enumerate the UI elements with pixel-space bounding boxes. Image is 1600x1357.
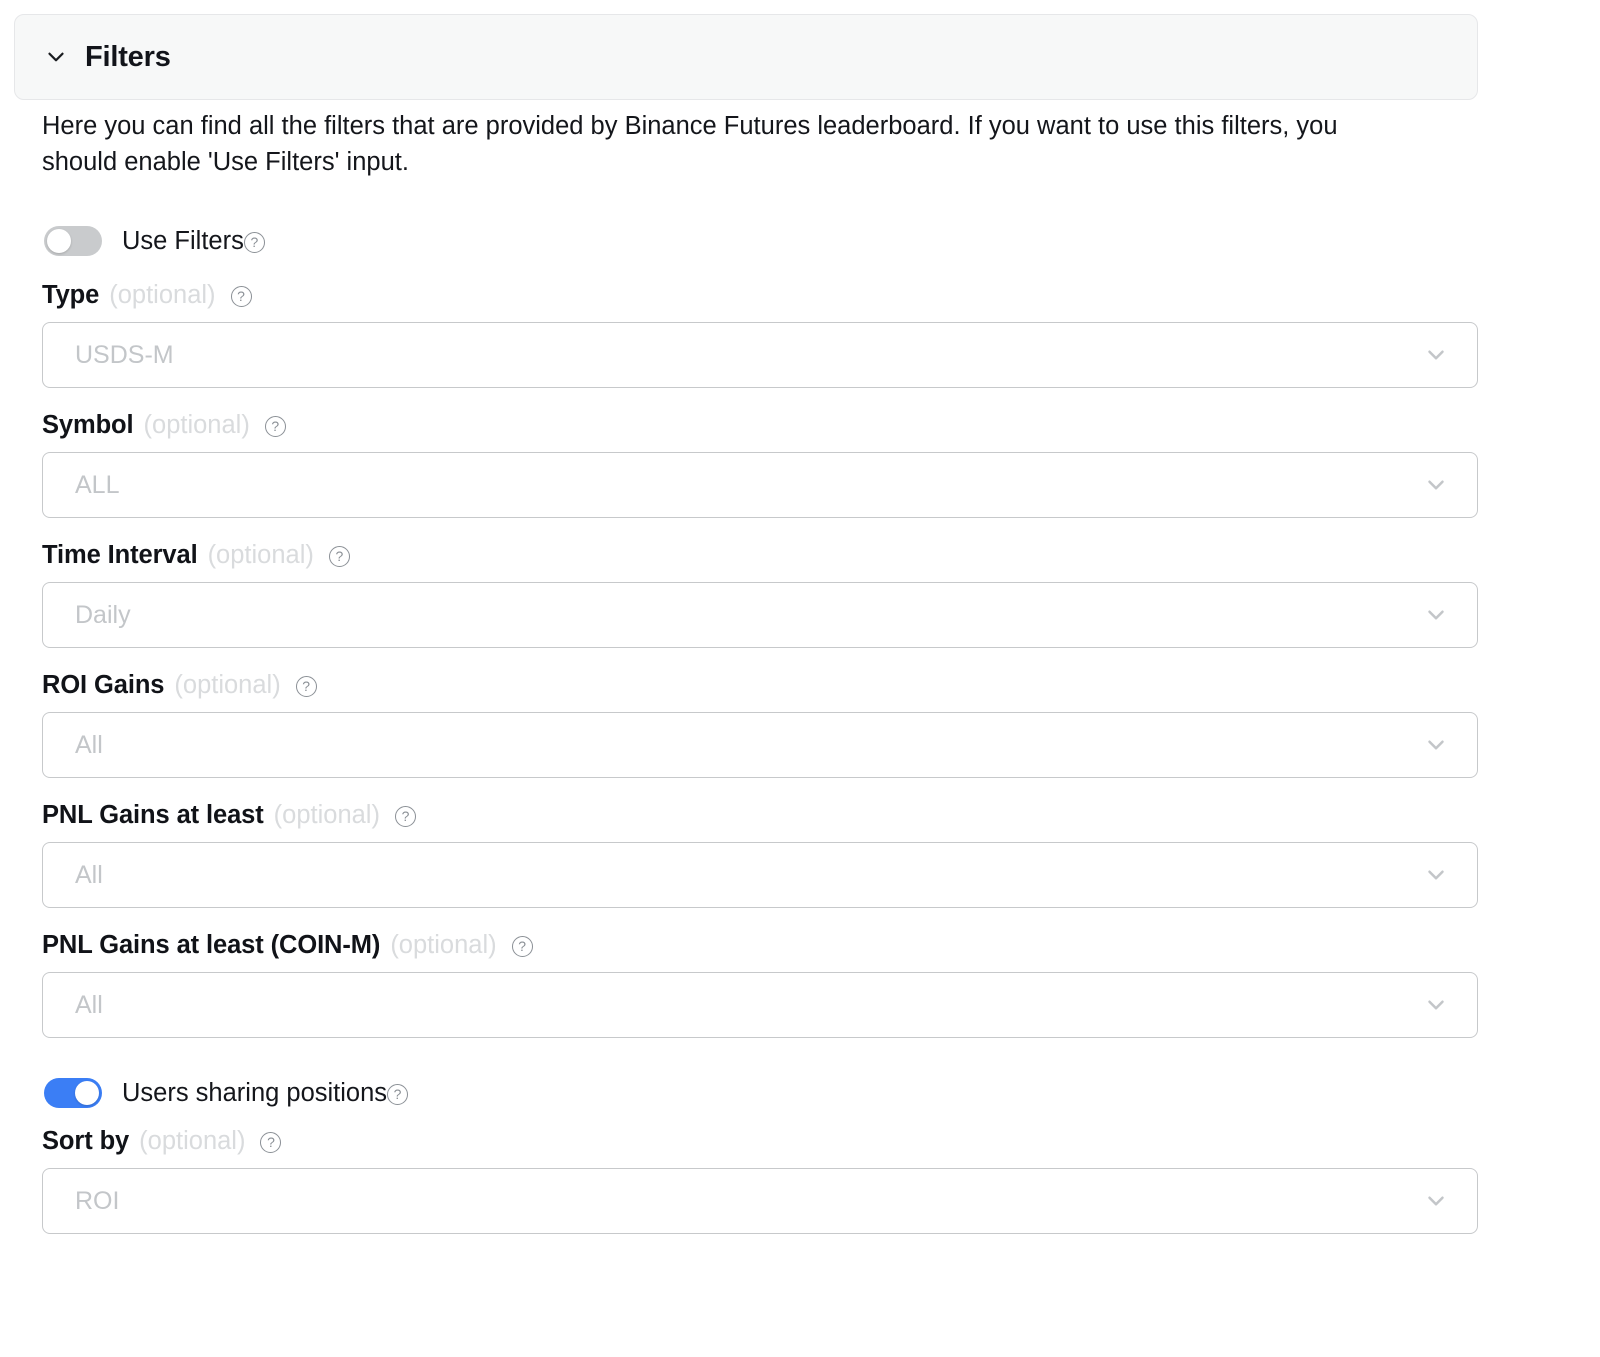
field-label-row: Sort by (optional) ? — [42, 1126, 1600, 1156]
field-label-symbol: Symbol — [42, 413, 134, 439]
filters-panel: Filters Here you can find all the filter… — [0, 0, 1600, 1357]
help-circle-icon[interactable]: ? — [395, 806, 416, 827]
users-sharing-positions-toggle[interactable] — [44, 1078, 102, 1108]
chevron-down-icon — [1423, 732, 1449, 758]
filters-section-header[interactable]: Filters — [14, 14, 1478, 100]
select-value-symbol: ALL — [75, 473, 119, 498]
optional-tag: (optional) — [208, 543, 314, 569]
field-label-roi-gains: ROI Gains — [42, 673, 164, 699]
optional-tag: (optional) — [139, 1129, 245, 1155]
select-pnl-gains-coinm[interactable]: All — [42, 972, 1478, 1038]
field-roi-gains: ROI Gains (optional) ? All — [0, 670, 1600, 778]
select-value-type: USDS-M — [75, 343, 174, 368]
select-type[interactable]: USDS-M — [42, 322, 1478, 388]
help-circle-icon[interactable]: ? — [512, 936, 533, 957]
chevron-down-icon[interactable] — [43, 44, 69, 70]
filters-body: Here you can find all the filters that a… — [0, 108, 1600, 1234]
toggle-knob — [47, 229, 71, 253]
help-circle-icon[interactable]: ? — [265, 416, 286, 437]
users-sharing-positions-label: Users sharing positions — [122, 1081, 387, 1107]
use-filters-toggle[interactable] — [44, 226, 102, 256]
field-time-interval: Time Interval (optional) ? Daily — [0, 540, 1600, 648]
field-label-row: ROI Gains (optional) ? — [42, 670, 1600, 700]
filters-description: Here you can find all the filters that a… — [42, 108, 1387, 180]
chevron-down-icon — [1423, 342, 1449, 368]
field-label-sort-by: Sort by — [42, 1129, 129, 1155]
field-label-row: PNL Gains at least (COIN-M) (optional) ? — [42, 930, 1600, 960]
help-circle-icon[interactable]: ? — [260, 1132, 281, 1153]
select-value-sort-by: ROI — [75, 1189, 119, 1214]
help-circle-icon[interactable]: ? — [231, 286, 252, 307]
optional-tag: (optional) — [274, 803, 380, 829]
select-time-interval[interactable]: Daily — [42, 582, 1478, 648]
help-circle-icon[interactable]: ? — [387, 1084, 408, 1105]
help-circle-icon[interactable]: ? — [329, 546, 350, 567]
use-filters-label: Use Filters — [122, 229, 244, 255]
field-label-type: Type — [42, 283, 99, 309]
optional-tag: (optional) — [144, 413, 250, 439]
field-symbol: Symbol (optional) ? ALL — [0, 410, 1600, 518]
select-symbol[interactable]: ALL — [42, 452, 1478, 518]
field-label-row: Time Interval (optional) ? — [42, 540, 1600, 570]
field-label-pnl-gains-coinm: PNL Gains at least (COIN-M) — [42, 933, 380, 959]
use-filters-row: Use Filters ? — [44, 224, 1600, 258]
field-type: Type (optional) ? USDS-M — [0, 280, 1600, 388]
select-value-pnl-gains-coinm: All — [75, 993, 103, 1018]
optional-tag: (optional) — [109, 283, 215, 309]
field-label-row: Symbol (optional) ? — [42, 410, 1600, 440]
select-value-pnl-gains: All — [75, 863, 103, 888]
select-roi-gains[interactable]: All — [42, 712, 1478, 778]
chevron-down-icon — [1423, 602, 1449, 628]
toggle-knob — [75, 1081, 99, 1105]
help-circle-icon[interactable]: ? — [244, 232, 265, 253]
chevron-down-icon — [1423, 472, 1449, 498]
field-pnl-gains: PNL Gains at least (optional) ? All — [0, 800, 1600, 908]
field-pnl-gains-coinm: PNL Gains at least (COIN-M) (optional) ?… — [0, 930, 1600, 1038]
field-label-row: PNL Gains at least (optional) ? — [42, 800, 1600, 830]
optional-tag: (optional) — [390, 933, 496, 959]
optional-tag: (optional) — [174, 673, 280, 699]
select-sort-by[interactable]: ROI — [42, 1168, 1478, 1234]
chevron-down-icon — [1423, 862, 1449, 888]
field-label-time-interval: Time Interval — [42, 543, 198, 569]
select-value-roi-gains: All — [75, 733, 103, 758]
select-pnl-gains[interactable]: All — [42, 842, 1478, 908]
help-circle-icon[interactable]: ? — [296, 676, 317, 697]
field-label-pnl-gains: PNL Gains at least — [42, 803, 264, 829]
page-title: Filters — [85, 43, 171, 72]
chevron-down-icon — [1423, 992, 1449, 1018]
field-sort-by: Sort by (optional) ? ROI — [0, 1126, 1600, 1234]
field-label-row: Type (optional) ? — [42, 280, 1600, 310]
select-value-time-interval: Daily — [75, 603, 131, 628]
chevron-down-icon — [1423, 1188, 1449, 1214]
users-sharing-positions-row: Users sharing positions ? — [44, 1076, 1600, 1110]
